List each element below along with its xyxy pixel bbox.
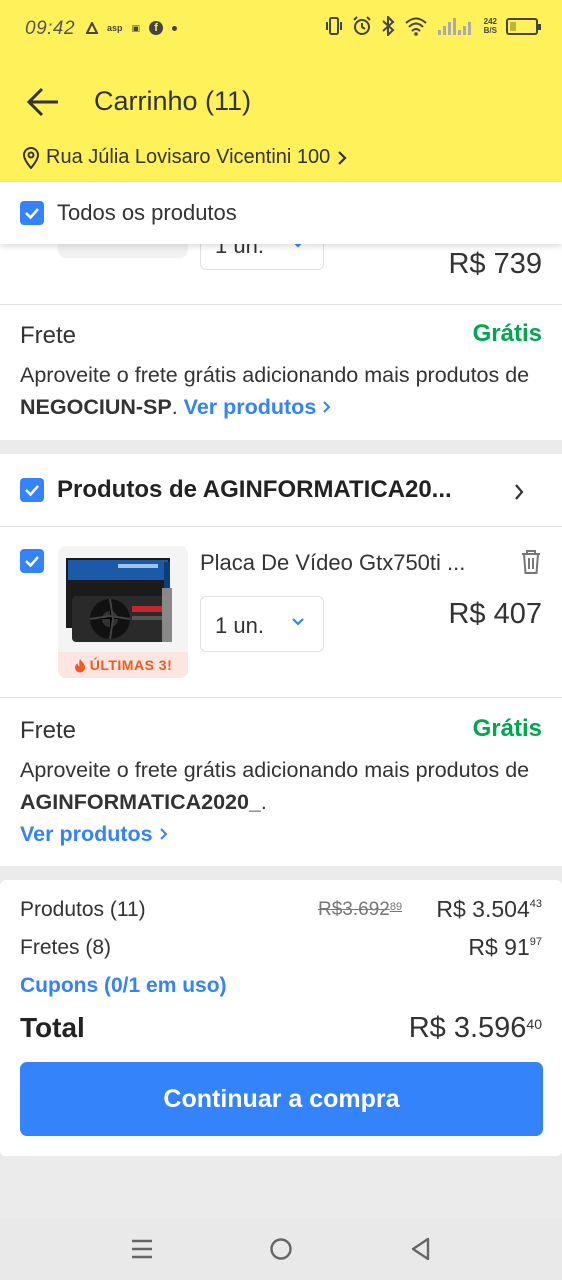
checkmark-icon (25, 556, 39, 568)
select-all-label: Todos os produtos (57, 200, 237, 225)
notification-icon (86, 22, 98, 34)
products-original-price: R$3.69289 (318, 899, 402, 921)
menu-icon[interactable] (129, 1236, 155, 1262)
total-price-int: R$ 3.596 (408, 1012, 527, 1044)
seller-checkbox[interactable] (20, 478, 44, 502)
see-products-label: Ver produtos (20, 822, 153, 846)
stock-badge: ÚLTIMAS 3! (58, 652, 188, 678)
quantity-value: 1 un. (215, 613, 264, 638)
products-price-int: R$ 3.504 (436, 896, 530, 922)
location-pin-icon (22, 146, 40, 169)
see-products-label: Ver produtos (183, 395, 317, 419)
chevron-right-icon (338, 150, 347, 165)
status-time: 09:42 (25, 18, 76, 39)
seller-title[interactable]: Produtos de AGINFORMATICA20... (57, 476, 452, 504)
divider (0, 304, 562, 305)
free-shipping-message: Aproveite o frete grátis adicionando mai… (20, 754, 545, 850)
frete-label: Frete (20, 322, 77, 349)
battery-level (510, 21, 516, 31)
bottom-spacer (0, 1156, 562, 1218)
divider (0, 697, 562, 698)
products-price-cents: 43 (529, 898, 542, 910)
shipping-price-cents: 97 (529, 936, 542, 948)
order-summary: Produtos (11) R$3.69289 R$ 3.50443 Frete… (0, 880, 562, 1156)
checkmark-icon (25, 485, 39, 497)
see-products-link[interactable]: Ver produtos (20, 822, 169, 846)
chevron-right-icon (323, 401, 331, 413)
back-triangle-icon[interactable] (408, 1236, 434, 1262)
seller-name: AGINFORMATICA2020_ (20, 790, 261, 814)
free-shipping-message-text: Aproveite o frete grátis adicionando mai… (20, 363, 530, 387)
network-speed-value: 242 (483, 17, 497, 26)
more-notifications-icon (172, 25, 178, 31)
continue-purchase-button[interactable]: Continuar a compra (20, 1062, 543, 1136)
signal-icon (437, 18, 471, 35)
delete-button[interactable] (518, 548, 544, 576)
products-original-price-int: R$3.692 (318, 899, 390, 920)
address-text: Rua Júlia Lovisaro Vicentini 100 (46, 146, 331, 168)
system-navigation-bar (0, 1218, 562, 1280)
home-icon[interactable] (268, 1236, 294, 1262)
status-bar: 09:42 asp ▣ f 242 B/S (0, 0, 562, 58)
seller-card-aginformatica: Produtos de AGINFORMATICA20... ÚLTIMAS 3… (0, 454, 562, 866)
checkmark-icon (25, 208, 39, 220)
products-original-price-cents: 89 (389, 901, 403, 913)
chevron-right-icon[interactable] (513, 483, 525, 501)
select-all-bar: Todos os produtos (0, 182, 562, 244)
seller-card-negociun: 1 un. R$ 739 Frete Grátis Aproveite o fr… (0, 220, 562, 440)
see-products-link[interactable]: Ver produtos (184, 395, 333, 419)
product-price: R$ 407 (448, 598, 542, 630)
free-shipping-message-suffix: . (260, 790, 267, 814)
chevron-right-icon (159, 828, 168, 840)
shipping-count-label: Fretes (8) (20, 936, 112, 959)
select-all-checkbox[interactable] (20, 201, 44, 225)
total-price-cents: 40 (526, 1016, 542, 1032)
frete-free-badge: Grátis (472, 320, 542, 347)
app-mini-icon: ▣ (131, 22, 141, 33)
battery-icon (506, 17, 541, 35)
trash-icon (522, 550, 540, 574)
product-thumbnail-partial[interactable] (58, 242, 188, 258)
frete-free-badge: Grátis (472, 715, 542, 742)
free-shipping-message-text: Aproveite o frete grátis adicionando mai… (20, 758, 530, 782)
notification-icons: asp ▣ f (86, 21, 178, 35)
products-price: R$ 3.50443 (436, 896, 542, 923)
product-title[interactable]: Placa De Vídeo Gtx750ti ... (200, 550, 500, 576)
wifi-icon (404, 17, 427, 36)
total-price: R$ 3.59640 (409, 1012, 542, 1045)
chevron-down-icon (292, 618, 304, 626)
bluetooth-icon (381, 16, 395, 36)
coupons-link[interactable]: Cupons (0/1 em uso) (20, 974, 227, 998)
network-speed: 242 B/S (484, 17, 497, 35)
divider (0, 526, 562, 527)
free-shipping-message: Aproveite o frete grátis adicionando mai… (20, 359, 545, 423)
product-price: R$ 739 (448, 248, 542, 280)
frete-label: Frete (20, 717, 77, 744)
vibrate-icon (325, 17, 342, 35)
back-button[interactable] (22, 80, 66, 124)
product-checkbox[interactable] (20, 549, 44, 573)
page-title: Carrinho (11) (94, 86, 252, 116)
system-icons: 242 B/S (325, 16, 541, 36)
facebook-icon: f (149, 21, 164, 35)
products-count-label: Produtos (11) (20, 898, 146, 921)
total-label: Total (20, 1012, 85, 1043)
shipping-price-int: R$ 91 (468, 934, 530, 960)
delivery-address[interactable]: Rua Júlia Lovisaro Vicentini 100 (22, 146, 348, 169)
arrow-left-icon (26, 87, 58, 117)
quantity-selector[interactable]: 1 un. (200, 596, 324, 652)
network-speed-unit: B/S (483, 26, 497, 35)
stock-badge-label: ÚLTIMAS 3! (89, 657, 173, 673)
app-mini-label: asp (107, 23, 123, 33)
shipping-price: R$ 9197 (468, 934, 542, 961)
seller-name: NEGOCIUN-SP (20, 395, 172, 419)
cart-header: Carrinho (11) Rua Júlia Lovisaro Vicenti… (0, 58, 562, 182)
free-shipping-message-suffix: . (171, 395, 184, 419)
fire-icon (74, 658, 85, 672)
alarm-icon (352, 16, 371, 35)
